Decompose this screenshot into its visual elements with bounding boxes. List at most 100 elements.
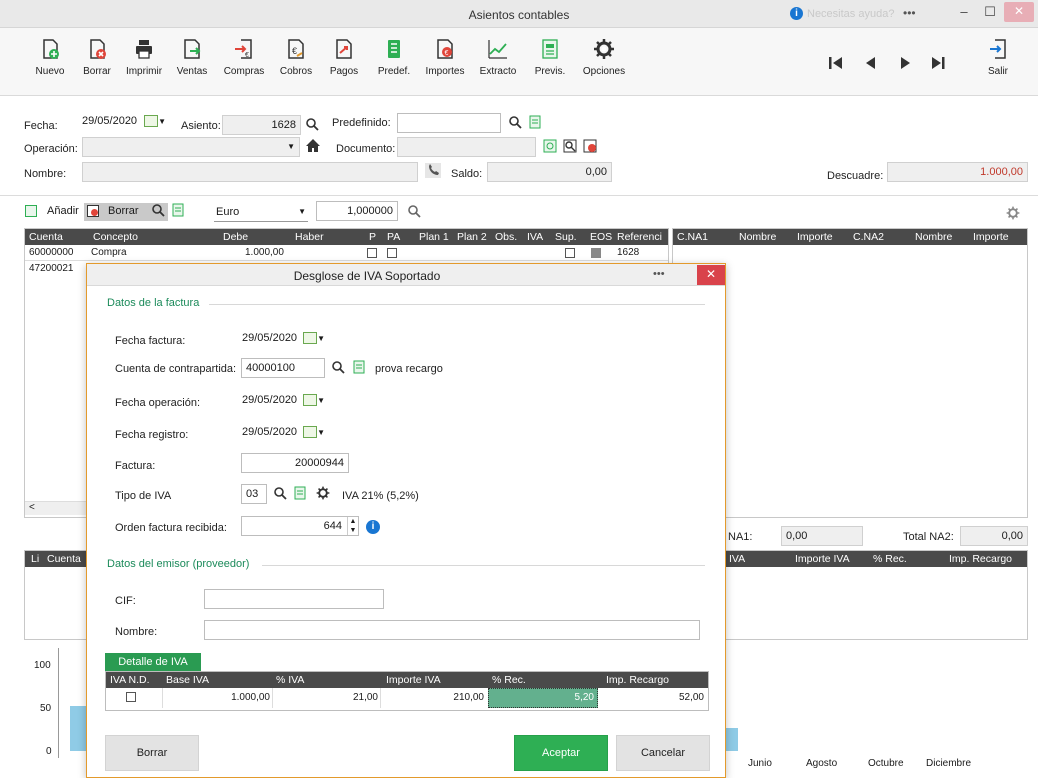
descuadre-field[interactable]: 1.000,00: [887, 162, 1028, 182]
operation-date-field[interactable]: 29/05/2020 ▼: [242, 394, 325, 407]
home-icon[interactable]: [305, 138, 321, 153]
payments-button[interactable]: Pagos: [326, 38, 362, 96]
cancel-button[interactable]: Cancelar: [616, 735, 710, 771]
invoice-number-label: Factura:: [115, 460, 156, 472]
phone-icon[interactable]: [425, 163, 441, 178]
documento-label: Documento:: [336, 143, 396, 155]
asiento-field[interactable]: 1628: [222, 115, 301, 135]
calendar-icon[interactable]: [144, 115, 159, 128]
search-icon[interactable]: [509, 116, 522, 129]
registration-date-field[interactable]: 29/05/2020 ▼: [242, 426, 325, 439]
gear-icon[interactable]: [1006, 206, 1020, 220]
operacion-select[interactable]: ▼: [82, 137, 300, 157]
table-row[interactable]: 60000000 Compra 1.000,00 1628: [25, 245, 668, 261]
invoice-date-field[interactable]: 29/05/2020 ▼: [242, 332, 325, 345]
y-axis: [58, 648, 59, 758]
gear-icon[interactable]: [316, 486, 330, 500]
predefinido-field[interactable]: [397, 113, 501, 133]
maximize-button[interactable]: ☐: [976, 2, 1004, 24]
document-icon[interactable]: [353, 360, 365, 374]
minimize-button[interactable]: –: [950, 2, 978, 24]
add-row-icon[interactable]: [25, 205, 37, 217]
supplier-name-field[interactable]: [204, 620, 700, 640]
first-record-icon[interactable]: [826, 54, 846, 72]
invoice-number-field[interactable]: 20000944: [241, 453, 349, 473]
new-button[interactable]: Nuevo: [30, 38, 70, 96]
nombre-field[interactable]: [82, 162, 418, 182]
scan-icon[interactable]: [543, 139, 557, 153]
eos-icon[interactable]: [591, 248, 601, 258]
window-close-button[interactable]: ✕: [1004, 2, 1034, 22]
non-deductible-checkbox[interactable]: [126, 692, 136, 702]
calendar-icon[interactable]: [303, 426, 318, 439]
help-link[interactable]: Necesitas ayuda?: [807, 8, 894, 20]
operacion-label: Operación:: [24, 143, 78, 155]
search-icon[interactable]: [274, 487, 287, 500]
x-tick-label: Agosto: [806, 758, 838, 769]
calendar-icon[interactable]: [303, 332, 318, 345]
delete-button[interactable]: Borrar: [105, 735, 199, 771]
fecha-field[interactable]: 29/05/2020 ▼: [82, 115, 166, 128]
dialog-close-button[interactable]: ✕: [697, 265, 725, 285]
cif-field[interactable]: [204, 589, 384, 609]
invoice-section-title: Datos de la factura: [107, 297, 200, 309]
row-checkbox[interactable]: [367, 248, 377, 258]
sales-button[interactable]: Ventas: [172, 38, 212, 96]
statement-button[interactable]: Extracto: [476, 38, 520, 96]
counterpart-account-field[interactable]: 40000100: [241, 358, 325, 378]
delete-button[interactable]: Borrar: [77, 38, 117, 96]
add-row-button[interactable]: Añadir: [47, 205, 79, 217]
row-checkbox[interactable]: [565, 248, 575, 258]
delete-document-icon[interactable]: [583, 139, 597, 153]
vat-type-code-field[interactable]: 03: [241, 484, 267, 504]
stepper-arrows[interactable]: ▲ ▼: [347, 517, 358, 535]
descuadre-label: Descuadre:: [827, 170, 884, 182]
forecast-button[interactable]: Previs.: [530, 38, 570, 96]
last-record-icon[interactable]: [928, 54, 948, 72]
counterpart-account-name: prova recargo: [375, 363, 443, 375]
purchases-button[interactable]: € Compras: [222, 38, 266, 96]
exit-button[interactable]: Salir: [980, 38, 1016, 96]
accept-button[interactable]: Aceptar: [514, 735, 608, 771]
search-icon[interactable]: [306, 118, 319, 131]
preview-icon[interactable]: [563, 139, 577, 153]
dialog-title: Desglose de IVA Soportado: [293, 269, 441, 283]
vat-breakdown-dialog: Desglose de IVA Soportado ••• ✕ Datos de…: [86, 263, 726, 778]
saldo-field[interactable]: 0,00: [487, 162, 612, 182]
tab-vat-detail[interactable]: Detalle de IVA: [105, 653, 201, 671]
next-record-icon[interactable]: [896, 54, 916, 72]
chevron-down-icon: ▼: [287, 142, 295, 151]
dialog-more-icon[interactable]: •••: [653, 268, 665, 280]
documento-field[interactable]: [397, 137, 536, 157]
search-icon[interactable]: [408, 205, 421, 218]
vat-detail-row[interactable]: 1.000,00 21,00 210,00 5,20 52,00: [106, 688, 708, 708]
previous-record-icon[interactable]: [860, 54, 880, 72]
amounts-button[interactable]: € Importes: [422, 38, 468, 96]
sales-icon: [184, 39, 201, 59]
predefined-button[interactable]: Predef.: [374, 38, 414, 96]
print-button[interactable]: Imprimir: [122, 38, 166, 96]
svg-text:€: €: [445, 50, 449, 57]
amounts-icon: €: [437, 39, 453, 59]
document-icon[interactable]: [294, 486, 306, 500]
info-icon[interactable]: i: [366, 520, 380, 534]
options-button[interactable]: Opciones: [580, 38, 628, 96]
document-icon[interactable]: [529, 115, 541, 129]
received-order-label: Orden factura recibida:: [115, 522, 227, 534]
help-info-icon[interactable]: i: [790, 7, 803, 20]
vat-type-description: IVA 21% (5,2%): [342, 490, 419, 502]
more-options-icon[interactable]: •••: [903, 6, 916, 20]
search-icon[interactable]: [152, 204, 165, 217]
purchases-icon: €: [235, 39, 252, 59]
currency-select[interactable]: Euro ▼: [214, 202, 308, 222]
statement-icon: [488, 40, 507, 59]
predefinido-label: Predefinido:: [332, 117, 391, 129]
row-checkbox[interactable]: [387, 248, 397, 258]
document-icon[interactable]: [172, 203, 184, 217]
received-order-stepper[interactable]: 644: [241, 516, 359, 536]
calendar-icon[interactable]: [303, 394, 318, 407]
chart-bar: [726, 728, 738, 751]
exchange-rate-stepper[interactable]: 1,000000: [316, 201, 398, 221]
search-icon[interactable]: [332, 361, 345, 374]
collections-button[interactable]: € Cobros: [276, 38, 316, 96]
